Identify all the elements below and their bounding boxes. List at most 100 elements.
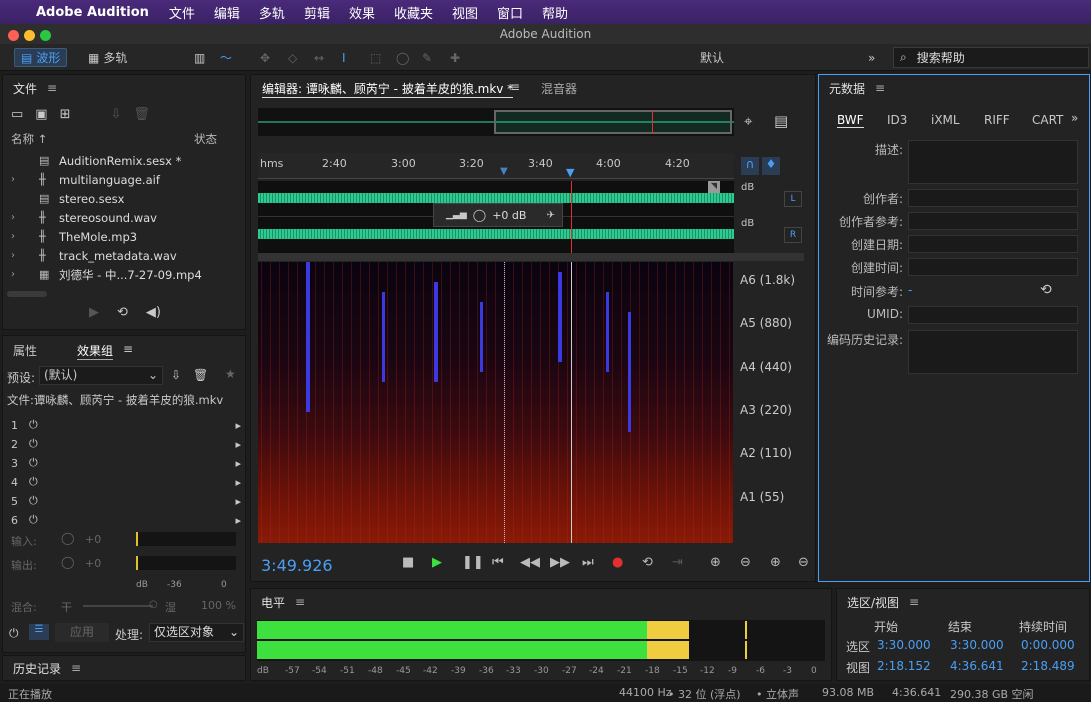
view-duration[interactable]: 2:18.489 [1021,659,1075,673]
effect-slot[interactable]: 5 ⏻ ▸ [11,492,241,510]
apply-button[interactable]: 应用 [55,623,109,642]
panel-menu-icon[interactable]: ≡ [71,661,81,675]
originator-field[interactable] [908,189,1078,207]
spectral-display-icon[interactable]: ▥ [188,48,211,67]
chevron-right-icon[interactable]: › [11,231,39,242]
selection-end[interactable]: 3:30.000 [950,638,1004,652]
panel-menu-icon[interactable]: ≡ [295,595,305,609]
move-tool-icon[interactable]: ✥ [254,48,276,67]
chevron-right-icon[interactable]: ▸ [235,457,241,470]
file-row[interactable]: › ╫ track_metadata.wav [11,246,177,265]
column-status[interactable]: 状态 [194,131,217,147]
open-file-icon[interactable]: ▭ [11,107,23,122]
input-knob-icon[interactable]: ◯ [61,531,74,545]
pause-icon[interactable]: ❚❚ [462,555,484,570]
multitrack-view-button[interactable]: ▦ 多轨 [82,48,133,67]
output-knob-icon[interactable]: ◯ [61,555,74,569]
panel-menu-icon[interactable]: ≡ [123,342,133,356]
playhead-marker[interactable]: ▼ [566,166,574,179]
tab-properties[interactable]: 属性 [13,342,37,359]
chevron-right-icon[interactable]: ▸ [235,476,241,489]
new-file-icon[interactable]: ⊞ [60,107,71,122]
selection-start[interactable]: 3:30.000 [877,638,931,652]
skip-selection-icon[interactable]: ⇥ [672,555,683,570]
chevron-right-icon[interactable]: › [11,212,39,223]
loop-icon[interactable]: ⟲ [642,555,653,570]
origination-time-field[interactable] [908,258,1078,276]
waveform-area[interactable]: ▁▃▅ ◯ +0 dB ✈ ◥ [258,181,734,253]
zoom-out-full-icon[interactable]: ⊖ [798,555,809,570]
overview-navigator[interactable] [258,108,734,136]
play-icon[interactable]: ▶ [89,305,99,320]
effect-slot[interactable]: 2 ⏻ ▸ [11,435,241,453]
selection-duration[interactable]: 0:00.000 [1021,638,1075,652]
time-selection-tool-icon[interactable]: I [336,48,352,67]
file-row[interactable]: › ╫ multilanguage.aif [11,170,160,189]
effect-slot[interactable]: 4 ⏻ ▸ [11,473,241,491]
marquee-tool-icon[interactable]: ⬚ [364,48,387,67]
stop-icon[interactable]: ■ [402,555,414,570]
workspace-overflow-icon[interactable]: » [862,48,881,67]
search-help-field[interactable]: ⌕ 搜索帮助 [893,47,1089,68]
mix-slider-handle[interactable]: ○ [149,599,158,610]
chevron-right-icon[interactable]: ▸ [235,438,241,451]
tab-bwf[interactable]: BWF [837,113,864,128]
view-end[interactable]: 4:36.641 [950,659,1004,673]
gain-knob-icon[interactable]: ◯ [473,208,486,222]
zoom-out-amplitude-icon[interactable]: ⊖ [740,555,751,570]
description-field[interactable] [908,140,1078,184]
record-icon[interactable]: ● [612,555,623,570]
tab-ixml[interactable]: iXML [931,113,960,127]
lasso-tool-icon[interactable]: ◯ [390,48,415,67]
save-preset-icon[interactable]: ⇩ [171,368,181,382]
zoom-in-time-icon[interactable]: ⊕ [770,555,781,570]
loop-icon[interactable]: ⟲ [117,305,128,320]
menu-effects[interactable]: 效果 [349,3,375,22]
marker-icon[interactable]: ♦ [762,157,780,175]
chevron-right-icon[interactable]: › [11,269,39,280]
spectral-display[interactable] [258,262,733,543]
file-row[interactable]: › ╫ stereosound.wav [11,208,157,227]
umid-field[interactable] [908,306,1078,324]
mix-slider[interactable] [83,605,153,607]
rewind-icon[interactable]: ◀◀ [520,555,540,570]
tab-mixer[interactable]: 混音器 [541,80,577,97]
panel-list-icon[interactable]: ▤ [774,112,788,130]
delete-icon[interactable]: 🗑 [133,107,150,122]
menu-window[interactable]: 窗口 [497,3,523,22]
view-start[interactable]: 2:18.152 [877,659,931,673]
power-icon[interactable]: ⏻ [29,494,38,508]
zoom-target-icon[interactable]: ⌖ [744,112,752,130]
menu-edit[interactable]: 编辑 [214,3,240,22]
tab-riff[interactable]: RIFF [984,113,1010,127]
fast-forward-icon[interactable]: ▶▶ [550,555,570,570]
spot-healing-tool-icon[interactable]: ✚ [444,48,466,67]
effect-slot[interactable]: 1 ⏻ ▸ [11,416,241,434]
time-ruler[interactable]: hms 2:40 3:00 3:20 3:40 4:00 4:20 ▼ ▼ [258,153,734,179]
tabs-overflow-icon[interactable]: » [1071,111,1078,125]
insert-icon[interactable]: ⇩ [111,107,122,122]
zoom-in-amplitude-icon[interactable]: ⊕ [710,555,721,570]
workspace-selector[interactable]: 默认 [694,48,730,67]
tab-id3[interactable]: ID3 [887,113,907,127]
waveform-view-button[interactable]: ▤ 波形 [14,48,68,67]
pin-icon[interactable]: ✈ [546,210,554,221]
power-icon[interactable]: ⏻ [29,475,38,489]
waveform-display-icon[interactable]: 〜 [214,48,238,67]
channel-right-button[interactable]: R [784,227,802,243]
play-icon[interactable]: ▶ [432,555,442,570]
preset-dropdown[interactable]: (默认) ⌄ [39,366,163,385]
menu-clip[interactable]: 剪辑 [304,3,330,22]
menu-favorites[interactable]: 收藏夹 [394,3,433,22]
close-window-button[interactable] [8,30,19,41]
resize-corner-icon[interactable]: ◥ [708,181,720,193]
time-reference-value[interactable]: - [908,283,912,297]
current-time[interactable]: 3:49.926 [261,556,333,575]
file-row[interactable]: › ▦ 刘德华 - 中...7-27-09.mp4 [11,265,202,284]
chevron-right-icon[interactable]: ▸ [235,514,241,527]
app-menu[interactable]: Adobe Audition [36,5,149,20]
file-row[interactable]: ▤ stereo.sesx [11,189,124,208]
originator-ref-field[interactable] [908,212,1078,230]
reset-icon[interactable]: ⟲ [1040,282,1052,298]
column-name[interactable]: 名称 ↑ [11,132,47,146]
